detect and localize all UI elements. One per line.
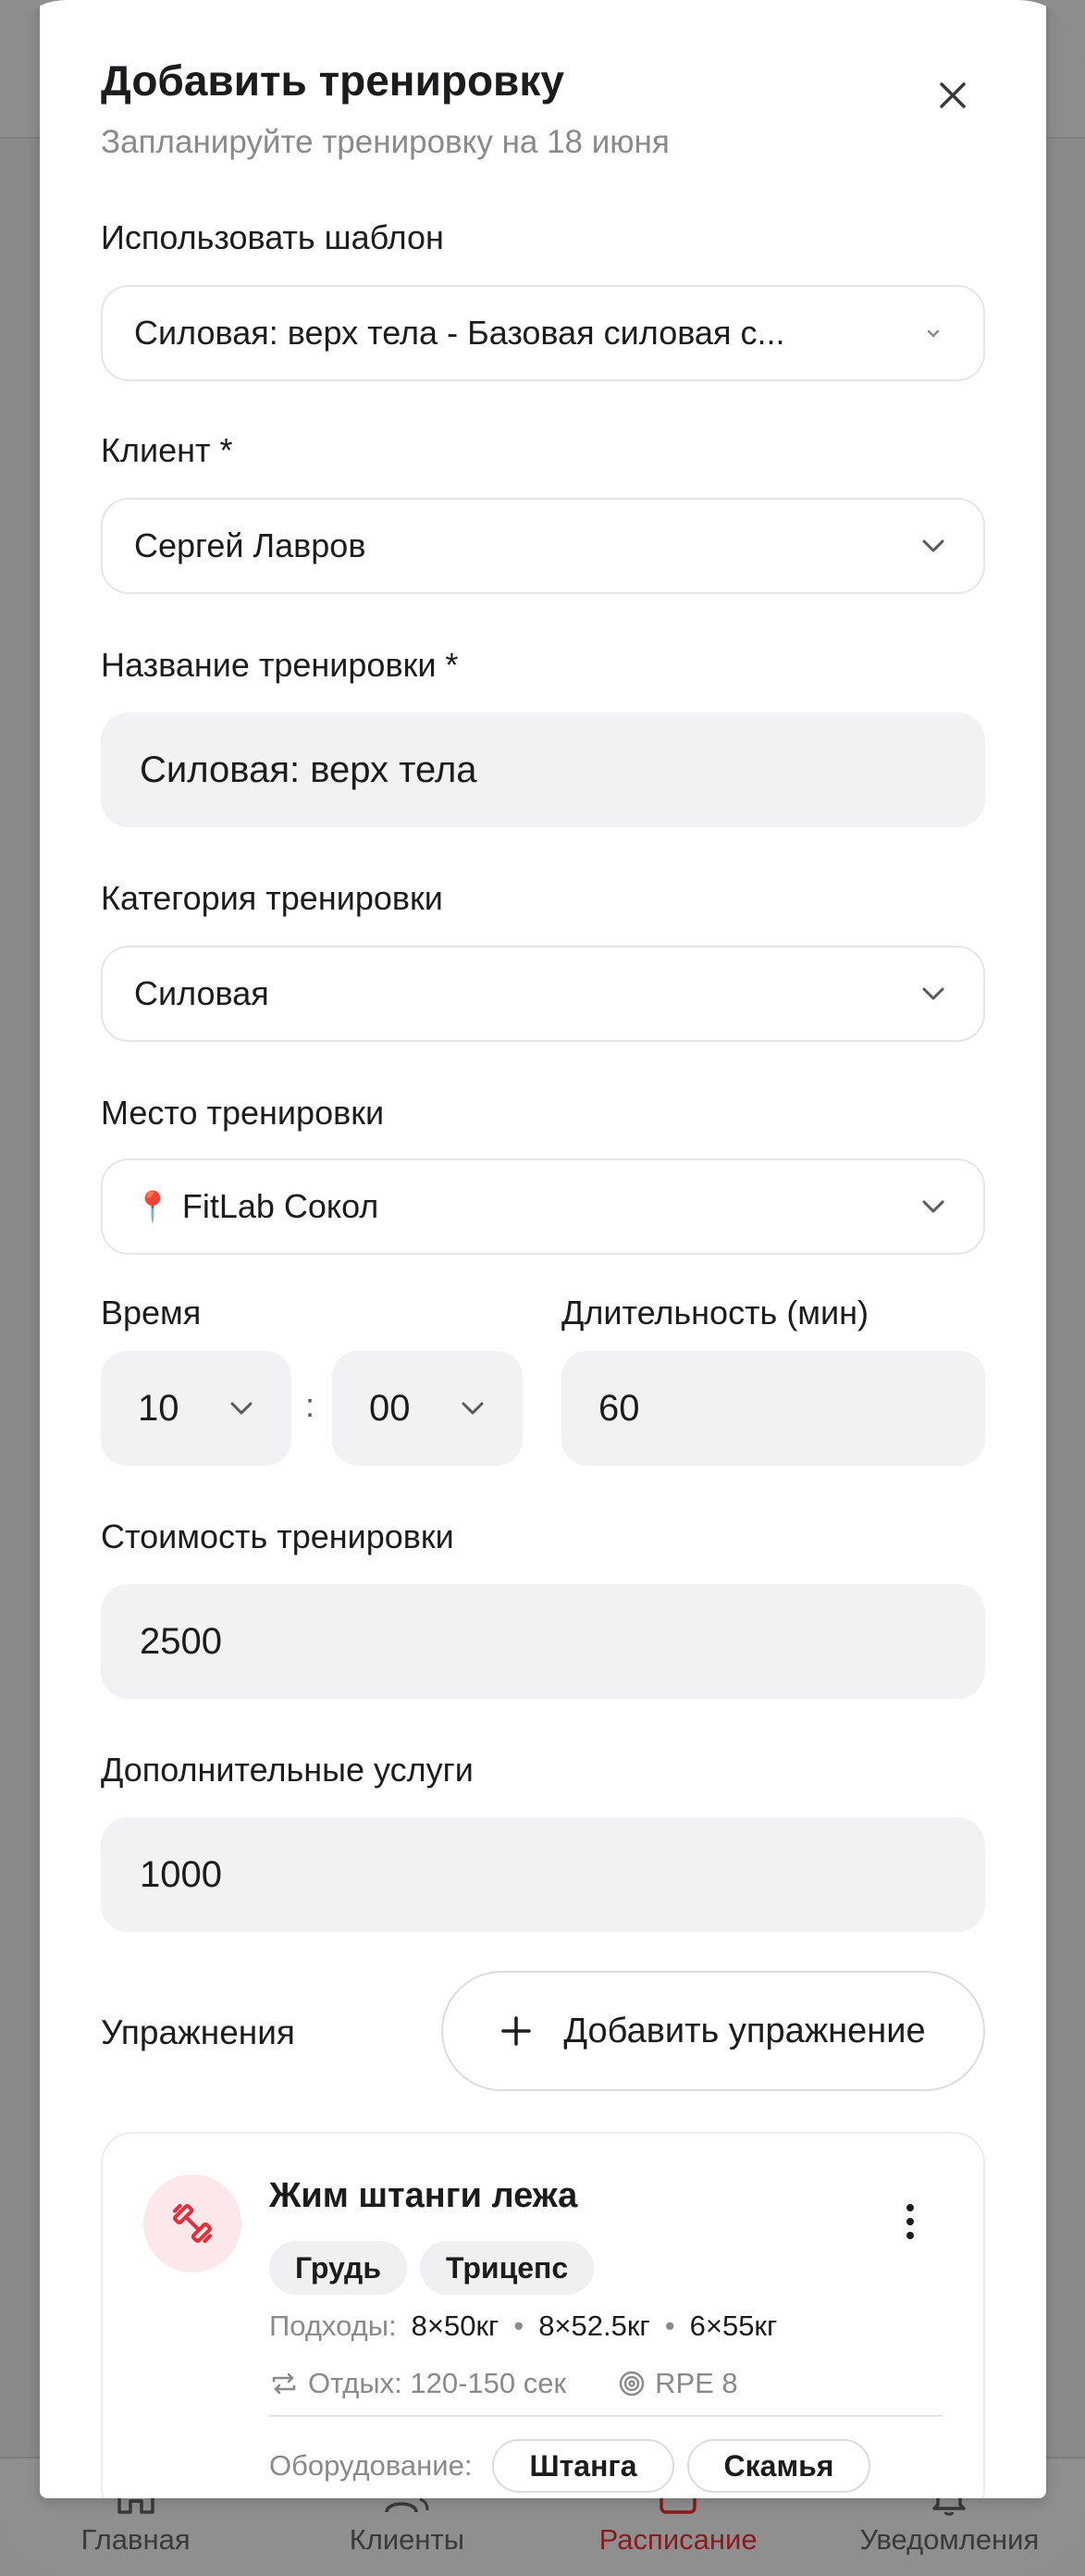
add-workout-modal: Добавить тренировку Запланируйте трениро…	[40, 0, 1046, 2498]
sets-label: Подходы:	[269, 2310, 397, 2342]
minute-select[interactable]: 00	[332, 1351, 523, 1466]
category-select[interactable]: Силовая	[101, 946, 985, 1042]
repeat-icon	[272, 2372, 296, 2395]
hour-value: 10	[138, 1387, 179, 1429]
dot-separator: •	[664, 2310, 675, 2342]
pin-icon: 📍	[134, 1190, 171, 1223]
equipment-label: Оборудование:	[269, 2449, 473, 2482]
card-divider	[269, 2415, 943, 2417]
nav-item-label: Главная	[80, 2523, 191, 2556]
template-select[interactable]: Силовая: верх тела - Базовая силовая с..…	[101, 285, 985, 381]
nav-item-label: Расписание	[598, 2523, 758, 2556]
nav-item-label: Клиенты	[349, 2523, 465, 2556]
plus-icon	[501, 2016, 532, 2046]
template-value: Силовая: верх тела - Базовая силовая с..…	[134, 314, 785, 352]
client-select[interactable]: Сергей Лавров	[101, 498, 985, 594]
category-label: Категория тренировки	[101, 879, 443, 917]
location-label: Место тренировки	[101, 1094, 385, 1132]
set-value: 8×50кг	[411, 2310, 499, 2342]
location-select[interactable]: 📍 FitLab Сокол	[101, 1158, 985, 1255]
nav-item-label: Уведомления	[859, 2523, 1040, 2556]
exercise-name: Жим штанги лежа	[269, 2176, 578, 2215]
duration-input[interactable]: 60	[561, 1351, 985, 1466]
exercises-label: Упражнения	[101, 2013, 295, 2051]
location-value: FitLab Сокол	[181, 1187, 379, 1225]
target-icon	[619, 2371, 645, 2396]
dot-separator: •	[513, 2310, 524, 2342]
hour-select[interactable]: 10	[101, 1351, 291, 1466]
client-value: Сергей Лавров	[134, 526, 366, 564]
close-button[interactable]	[928, 70, 978, 120]
template-label: Использовать шаблон	[101, 218, 444, 256]
price-input[interactable]: 2500	[101, 1584, 985, 1699]
close-icon	[940, 82, 966, 108]
add-exercise-button[interactable]: Добавить упражнение	[441, 1971, 985, 2091]
chevron-down-icon	[915, 527, 952, 564]
exercise-card[interactable]: Жим штанги лежа Грудь Трицепс Подходы: 8…	[101, 2132, 985, 2498]
rpe-text: RPE 8	[655, 2367, 738, 2399]
equipment-row: Оборудование: Штанга Скамья	[269, 2439, 871, 2493]
minute-value: 00	[369, 1387, 411, 1429]
add-exercise-label: Добавить упражнение	[563, 2011, 926, 2050]
equipment-chip: Штанга	[492, 2439, 674, 2493]
rest-text: Отдых: 120-150 сек	[308, 2367, 567, 2399]
equipment-chip: Скамья	[686, 2439, 871, 2493]
chevron-down-icon	[462, 1402, 484, 1415]
muscle-tags: Грудь Трицепс	[269, 2241, 595, 2295]
chevron-down-icon	[915, 315, 952, 352]
chevron-down-icon	[915, 1188, 952, 1225]
client-label: Клиент *	[101, 431, 233, 469]
chevron-down-icon	[230, 1402, 253, 1415]
sets-row: Подходы: 8×50кг • 8×52.5кг • 6×55кг	[269, 2310, 777, 2343]
modal-subtitle: Запланируйте тренировку на 18 июня	[101, 124, 670, 160]
price-label: Стоимость тренировки	[101, 1517, 454, 1555]
set-value: 8×52.5кг	[538, 2310, 650, 2342]
extra-services-label: Дополнительные услуги	[101, 1751, 474, 1789]
rest-rpe-row: Отдых: 120-150 сек RPE 8	[269, 2367, 738, 2400]
workout-name-input[interactable]: Силовая: верх тела	[101, 712, 985, 827]
chevron-down-icon	[915, 975, 952, 1012]
set-value: 6×55кг	[689, 2310, 778, 2342]
modal-title: Добавить тренировку	[101, 56, 564, 105]
duration-label: Длительность (мин)	[561, 1294, 869, 1331]
dumbbell-icon	[143, 2174, 241, 2273]
muscle-tag: Грудь	[269, 2241, 408, 2295]
app-frame: Главная Клиенты Расписание Уведомления Д…	[0, 0, 1085, 2576]
time-label: Время	[101, 1294, 202, 1331]
extra-services-input[interactable]: 1000	[101, 1817, 985, 1932]
workout-name-label: Название тренировки *	[101, 646, 459, 684]
more-options-icon[interactable]	[896, 2198, 924, 2245]
category-value: Силовая	[134, 974, 269, 1012]
time-separator: :	[305, 1386, 315, 1424]
muscle-tag: Трицепс	[420, 2241, 595, 2295]
